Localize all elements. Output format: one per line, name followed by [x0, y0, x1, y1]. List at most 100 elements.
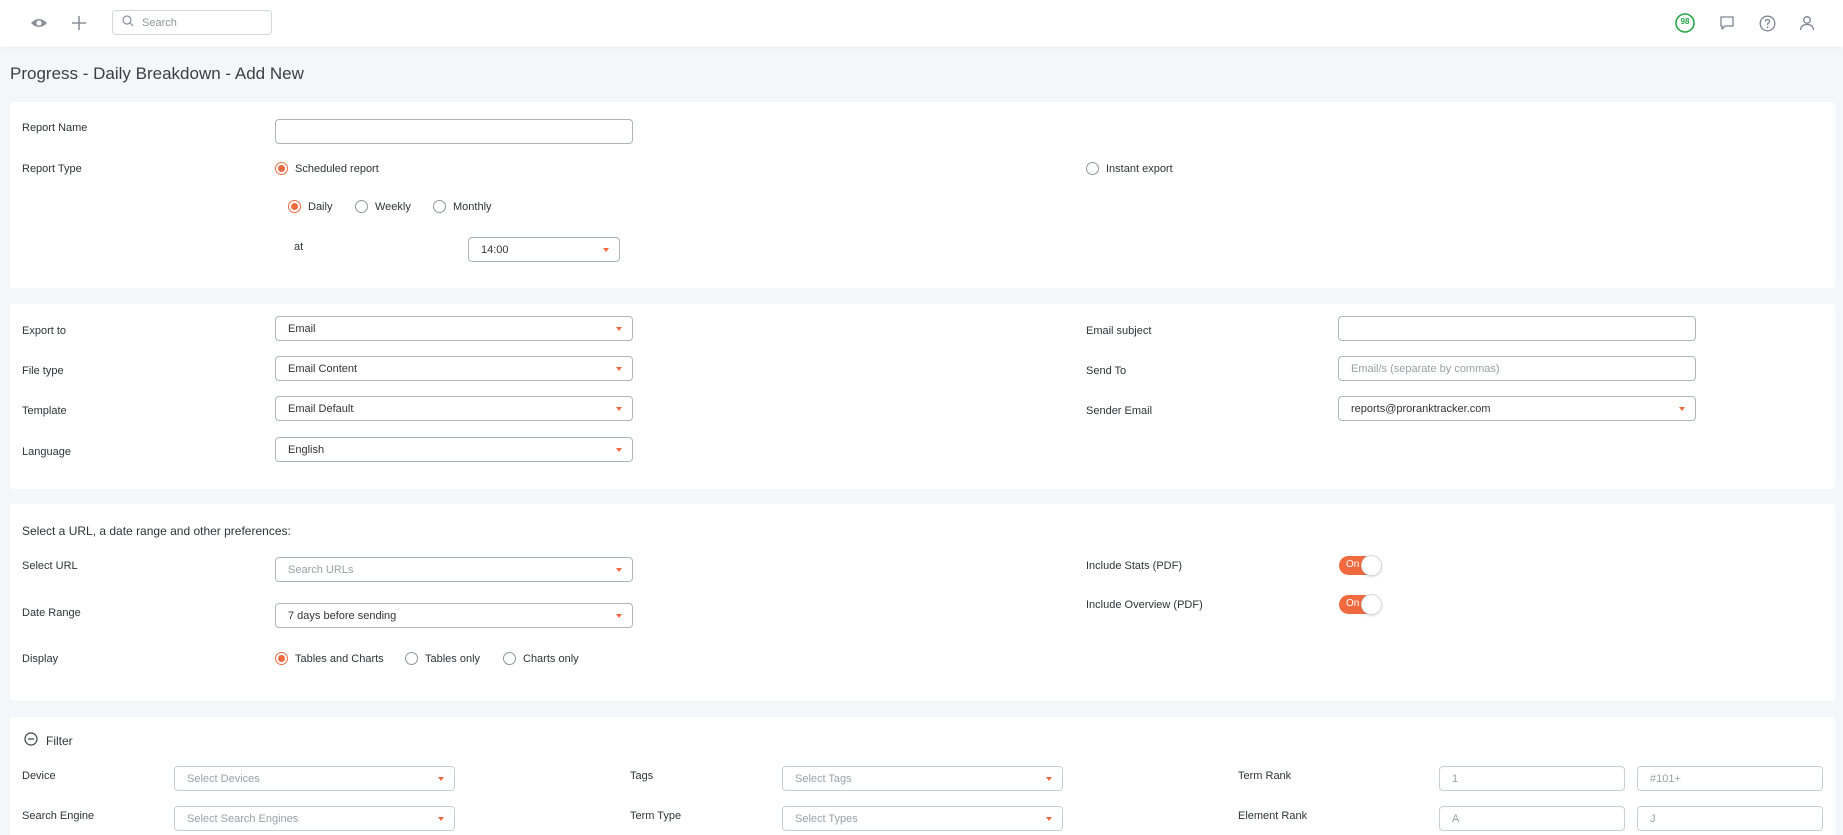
radio-icon	[355, 200, 368, 213]
instant-export-label: Instant export	[1106, 162, 1173, 175]
sender-email-select[interactable]: reports@proranktracker.com	[1338, 396, 1696, 421]
template-select[interactable]: Email Default	[275, 396, 633, 421]
daily-radio[interactable]: Daily	[288, 200, 332, 213]
include-stats-label: Include Stats (PDF)	[1086, 560, 1182, 572]
select-url-placeholder: Search URLs	[288, 563, 354, 576]
toggle-knob	[1361, 594, 1382, 615]
date-range-label: Date Range	[22, 607, 81, 619]
radio-selected-icon	[275, 162, 288, 175]
include-stats-toggle[interactable]: On	[1339, 555, 1382, 576]
sender-email-label: Sender Email	[1086, 405, 1153, 417]
chevron-down-icon	[1046, 817, 1052, 821]
chat-icon[interactable]	[1716, 12, 1738, 34]
top-bar: 98	[0, 0, 1843, 47]
filter-heading: Filter	[46, 733, 73, 748]
eye-icon[interactable]	[28, 12, 50, 34]
device-label: Device	[22, 770, 56, 782]
term-type-label: Term Type	[630, 810, 682, 822]
sender-email-value: reports@proranktracker.com	[1351, 402, 1491, 415]
monthly-label: Monthly	[453, 200, 492, 213]
plus-icon[interactable]	[68, 12, 90, 34]
badge-count: 98	[1680, 17, 1690, 26]
chevron-down-icon	[616, 327, 622, 331]
element-rank-to-input[interactable]: J	[1637, 806, 1823, 831]
chevron-down-icon	[616, 614, 622, 618]
send-to-label: Send To	[1086, 365, 1127, 377]
scheduled-report-radio[interactable]: Scheduled report	[275, 162, 379, 175]
export-to-label: Export to	[22, 325, 67, 337]
term-rank-to-value: #101+	[1650, 772, 1681, 785]
search-engine-placeholder: Select Search Engines	[187, 812, 299, 825]
preferences-heading: Select a URL, a date range and other pre…	[22, 524, 291, 538]
send-to-input[interactable]: Email/s (separate by commas)	[1338, 356, 1696, 381]
time-value: 14:00	[481, 243, 509, 256]
help-icon[interactable]	[1756, 12, 1778, 34]
file-type-select[interactable]: Email Content	[275, 356, 633, 381]
time-select[interactable]: 14:00	[468, 237, 620, 262]
send-to-placeholder: Email/s (separate by commas)	[1351, 362, 1500, 375]
chevron-down-icon	[616, 568, 622, 572]
toggle-on-text: On	[1346, 559, 1360, 570]
export-to-select[interactable]: Email	[275, 316, 633, 341]
element-rank-from-input[interactable]: A	[1439, 806, 1625, 831]
search-icon	[122, 15, 134, 30]
display-charts-only-radio[interactable]: Charts only	[503, 652, 579, 665]
scheduled-report-label: Scheduled report	[295, 162, 379, 175]
preferences-card: Select a URL, a date range and other pre…	[10, 504, 1835, 701]
radio-selected-icon	[275, 652, 288, 665]
tags-select[interactable]: Select Tags	[782, 766, 1063, 791]
instant-export-radio[interactable]: Instant export	[1086, 162, 1173, 175]
element-rank-label: Element Rank	[1238, 810, 1308, 822]
search-engine-select[interactable]: Select Search Engines	[174, 806, 455, 831]
notification-badge[interactable]: 98	[1674, 12, 1696, 34]
chevron-down-icon	[1679, 407, 1685, 411]
include-overview-label: Include Overview (PDF)	[1086, 599, 1203, 611]
term-type-placeholder: Select Types	[795, 812, 858, 825]
monthly-radio[interactable]: Monthly	[433, 200, 492, 213]
template-value: Email Default	[288, 402, 354, 415]
language-label: Language	[22, 446, 71, 458]
search-box[interactable]	[112, 10, 272, 35]
language-select[interactable]: English	[275, 437, 633, 462]
email-subject-label: Email subject	[1086, 325, 1152, 337]
search-input[interactable]	[142, 16, 252, 29]
export-to-value: Email	[288, 322, 316, 335]
term-type-select[interactable]: Select Types	[782, 806, 1063, 831]
radio-icon	[503, 652, 516, 665]
weekly-radio[interactable]: Weekly	[355, 200, 411, 213]
chevron-down-icon	[616, 407, 622, 411]
element-rank-from-value: A	[1452, 812, 1460, 825]
radio-icon	[433, 200, 446, 213]
include-overview-toggle[interactable]: On	[1339, 594, 1382, 615]
display-tables-and-charts-radio[interactable]: Tables and Charts	[275, 652, 384, 665]
toggle-on-text: On	[1346, 598, 1360, 609]
chevron-down-icon	[616, 448, 622, 452]
file-type-label: File type	[22, 365, 64, 377]
display-option-label: Tables and Charts	[295, 652, 384, 665]
radio-icon	[1086, 162, 1099, 175]
radio-icon	[405, 652, 418, 665]
device-select[interactable]: Select Devices	[174, 766, 455, 791]
display-tables-only-radio[interactable]: Tables only	[405, 652, 480, 665]
report-name-label: Report Name	[22, 122, 88, 134]
term-rank-from-input[interactable]: 1	[1439, 766, 1625, 791]
daily-label: Daily	[308, 200, 333, 213]
language-value: English	[288, 443, 325, 456]
user-icon[interactable]	[1796, 12, 1818, 34]
chevron-down-icon	[1046, 777, 1052, 781]
email-subject-input[interactable]	[1338, 316, 1696, 341]
select-url-label: Select URL	[22, 560, 78, 572]
display-option-label: Tables only	[425, 652, 481, 665]
file-type-value: Email Content	[288, 362, 358, 375]
element-rank-to-value: J	[1650, 812, 1656, 825]
radio-selected-icon	[288, 200, 301, 213]
date-range-select[interactable]: 7 days before sending	[275, 603, 633, 628]
report-name-input[interactable]	[275, 119, 633, 144]
filter-toggle[interactable]: Filter	[24, 732, 73, 749]
term-rank-to-input[interactable]: #101+	[1637, 766, 1823, 791]
toggle-knob	[1361, 555, 1382, 576]
select-url-select[interactable]: Search URLs	[275, 557, 633, 582]
display-option-label: Charts only	[523, 652, 579, 665]
at-label: at	[294, 241, 304, 253]
term-rank-label: Term Rank	[1238, 770, 1292, 782]
